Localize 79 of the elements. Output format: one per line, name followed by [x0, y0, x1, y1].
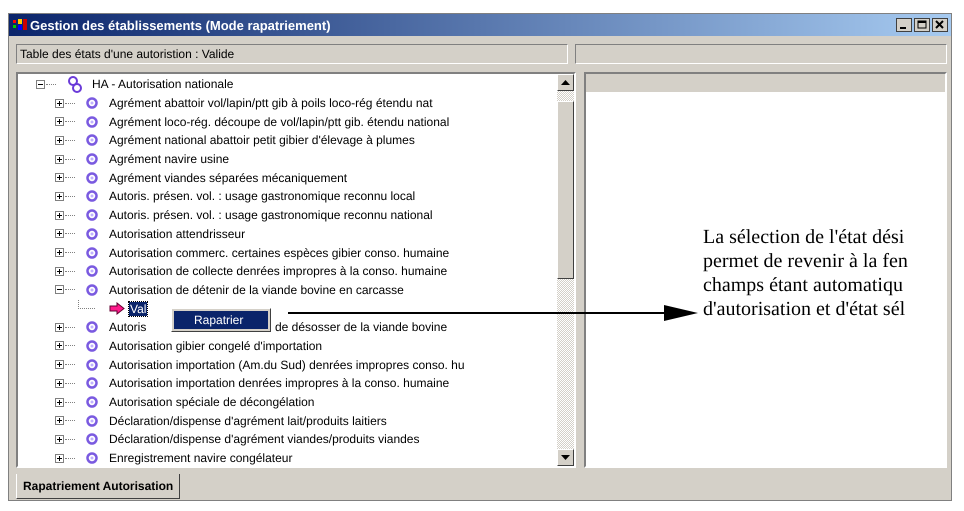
- scroll-up-button[interactable]: [557, 74, 574, 91]
- tree-item[interactable]: Déclaration/dispense d'agrément lait/produits laitiers: [108, 414, 388, 428]
- down-arrow-icon: [561, 455, 570, 460]
- ring-icon: [86, 321, 98, 334]
- expand-icon[interactable]: [55, 266, 64, 276]
- tree-item[interactable]: Autorisation importation (Am.du Sud) denrées impropres conso. hu: [108, 358, 466, 372]
- expand-icon[interactable]: [55, 248, 64, 258]
- ring-icon: [86, 284, 98, 296]
- ring-icon: [86, 116, 98, 128]
- scroll-down-button[interactable]: [557, 449, 574, 466]
- ring-icon: [86, 97, 98, 110]
- minimize-icon: [896, 18, 912, 32]
- expand-icon[interactable]: [55, 192, 64, 201]
- collapse-icon[interactable]: [36, 80, 45, 89]
- status-field: Table des états d'une autoristion : Valide: [16, 44, 568, 64]
- expand-icon[interactable]: [55, 378, 64, 388]
- ring-icon: [86, 153, 98, 166]
- tree-item[interactable]: Autoris. présen. vol. : usage gastronomique reconnu national: [108, 208, 434, 222]
- tree-item[interactable]: Val: [129, 302, 148, 316]
- tree-item[interactable]: Agrément loco-rég. découpe de vol/lapin/ptt gib. étendu national: [108, 114, 450, 129]
- expand-icon[interactable]: [55, 398, 64, 407]
- ring-icon: [86, 172, 98, 184]
- expand-icon[interactable]: [55, 117, 64, 126]
- app-icon: [13, 19, 27, 31]
- maximize-icon: [914, 18, 930, 32]
- ring-icon: [86, 396, 98, 408]
- expand-icon[interactable]: [55, 229, 64, 238]
- ring-icon: [86, 228, 98, 240]
- linked-rings-icon: [67, 76, 83, 93]
- tree-item[interactable]: Autorisation de détenir de la viande bovine en carcasse: [108, 282, 405, 297]
- window-title: Gestion des établissements (Mode rapatriement): [30, 18, 332, 32]
- ring-icon: [86, 358, 98, 371]
- ring-icon: [86, 452, 98, 464]
- tree-item[interactable]: Agrément viandes séparées mécaniquement: [108, 170, 348, 185]
- tree-item[interactable]: Autorisation gibier congelé d'importation: [108, 338, 324, 353]
- tree-item[interactable]: Agrément abattoir vol/lapin/ptt gib à poils loco-rég étendu nat: [108, 96, 434, 110]
- tree-item[interactable]: Autorisation de collecte denrées impropres à la conso. humaine: [108, 264, 448, 278]
- menu-item[interactable]: Rapatrier: [174, 311, 268, 330]
- tree-item[interactable]: Autoris. présen. vol. : usage gastronomique reconnu local: [108, 189, 416, 204]
- up-arrow-icon: [561, 80, 570, 85]
- ring-icon: [86, 340, 98, 352]
- tree-item[interactable]: Autoris: [108, 320, 148, 334]
- tree-item[interactable]: Enregistrement navire congélateur: [108, 451, 294, 466]
- ring-icon: [86, 414, 98, 427]
- ring-icon: [86, 134, 98, 146]
- expand-icon[interactable]: [55, 360, 64, 370]
- expand-icon[interactable]: [55, 173, 64, 182]
- tree-item[interactable]: HA - Autorisation nationale: [91, 77, 234, 92]
- ring-icon: [86, 377, 98, 390]
- tab[interactable]: Rapatriement Autorisation: [16, 474, 180, 499]
- scrollbar[interactable]: [557, 74, 574, 466]
- expand-icon[interactable]: [55, 416, 64, 426]
- expand-icon[interactable]: [55, 454, 64, 463]
- tree-item[interactable]: Déclaration/dispense d'agrément viandes/produits viandes: [108, 432, 420, 446]
- ring-icon: [86, 190, 98, 202]
- expand-icon[interactable]: [55, 98, 64, 108]
- scroll-thumb[interactable]: [557, 101, 574, 279]
- tree-item[interactable]: Autorisation attendrisseur: [108, 226, 246, 241]
- expand-icon[interactable]: [55, 434, 64, 444]
- ring-icon: [86, 209, 98, 222]
- tree-item[interactable]: Agrément national abattoir petit gibier d'élevage à plumes: [108, 133, 416, 148]
- tree-item[interactable]: Autorisation spéciale de décongélation: [108, 395, 316, 410]
- expand-icon[interactable]: [55, 136, 64, 145]
- expand-icon[interactable]: [55, 341, 64, 350]
- collapse-icon[interactable]: [55, 285, 64, 294]
- tree-item[interactable]: Autorisation importation denrées impropres à la conso. humaine: [108, 376, 450, 390]
- tree-item[interactable]: Autorisation commerc. certaines espèces gibier conso. humaine: [108, 246, 450, 260]
- expand-icon[interactable]: [55, 210, 64, 220]
- arrow-icon: [109, 302, 125, 316]
- expand-icon[interactable]: [55, 154, 64, 164]
- annotation-text: La sélection de l'état dési permet de revenir à la fen champs étant automatiqu d'autorisation et d'état sél: [703, 225, 908, 321]
- ring-icon: [86, 265, 98, 278]
- tree-item-text[interactable]: de désosser de la viande bovine: [274, 320, 448, 334]
- tree-item[interactable]: Agrément navire usine: [108, 152, 230, 166]
- close-icon: [932, 18, 948, 32]
- tree-connector: [78, 300, 95, 310]
- ring-icon: [86, 246, 98, 259]
- expand-icon[interactable]: [55, 322, 64, 332]
- ring-icon: [86, 433, 98, 446]
